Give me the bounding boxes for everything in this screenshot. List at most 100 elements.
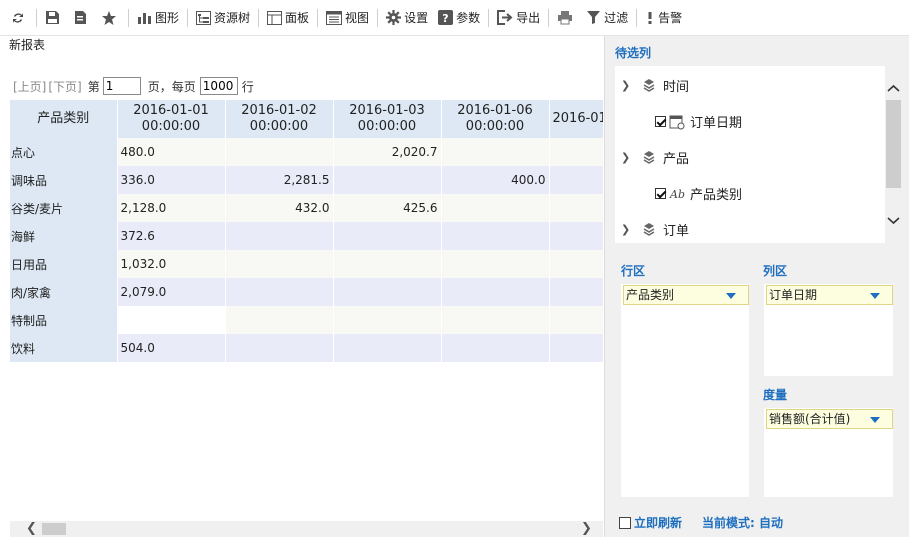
table-row: 谷类/麦片 2,128.0 432.0 425.6 — [10, 194, 603, 222]
column-header[interactable]: 2016-01 — [549, 100, 603, 138]
tree-node-product[interactable]: ❯ 产品 — [621, 148, 689, 167]
auto-refresh-checkbox[interactable] — [619, 516, 631, 529]
toolbar-divider — [548, 8, 550, 27]
checkbox-checked[interactable] — [655, 188, 666, 199]
table-cell — [225, 278, 334, 306]
dimension-icon — [643, 222, 655, 236]
row-header[interactable]: 谷类/麦片 — [10, 194, 118, 222]
dropdown-arrow-icon[interactable] — [726, 293, 736, 299]
alert-icon — [648, 12, 652, 24]
table-cell — [549, 222, 603, 250]
column-zone[interactable]: 订单日期 — [764, 284, 893, 376]
tree-icon — [196, 10, 212, 25]
scroll-left-icon[interactable]: ❮ — [26, 521, 37, 537]
chevron-up-icon[interactable] — [885, 81, 902, 95]
measure-field-pill[interactable]: 销售额(合计值) — [766, 409, 893, 429]
filter-label: 过滤 — [604, 11, 629, 25]
table-cell — [333, 278, 442, 306]
column-field-pill[interactable]: 订单日期 — [766, 285, 893, 305]
column-field-label: 订单日期 — [769, 288, 818, 302]
refresh-button[interactable] — [6, 5, 33, 31]
page-suffix: 页， — [147, 79, 172, 94]
view-button[interactable]: 视图 — [321, 5, 374, 31]
page-size-prefix: 每页 — [171, 79, 196, 94]
svg-text:Ab: Ab — [669, 188, 685, 201]
row-zone[interactable]: 产品类别 — [621, 284, 749, 497]
toolbar-divider — [128, 8, 129, 27]
tree-node-time[interactable]: ❯ 时间 — [621, 76, 689, 95]
tree-node-order[interactable]: ❯ 订单 — [621, 220, 689, 239]
table-row: 饮料 504.0 — [10, 334, 603, 362]
row-header[interactable]: 特制品 — [10, 306, 118, 334]
settings-button[interactable]: 设置 — [381, 5, 433, 31]
page-size-input[interactable] — [199, 77, 238, 95]
table-cell — [549, 278, 603, 306]
save-icon — [46, 11, 59, 24]
table-cell — [549, 138, 603, 166]
params-label: 参数 — [456, 11, 481, 25]
tree-node-product-category[interactable]: Ab 产品类别 — [655, 184, 742, 203]
column-header[interactable]: 2016-01-06 00:00:00 — [441, 100, 550, 138]
prev-page-link[interactable]: [上页] — [13, 78, 46, 95]
pager: [上页] [下页] 第 页， 每页 行 — [13, 77, 254, 95]
table-cell — [333, 222, 442, 250]
toolbar-divider — [317, 8, 319, 27]
save-as-button[interactable] — [68, 5, 96, 31]
checkbox-checked[interactable] — [655, 116, 666, 127]
save-as-icon — [75, 11, 86, 24]
resource-tree-button[interactable]: 资源树 — [191, 5, 255, 31]
table-cell: 1,032.0 — [117, 250, 226, 278]
row-header[interactable]: 调味品 — [10, 166, 118, 194]
table-cell — [549, 166, 603, 194]
measure-zone[interactable]: 销售额(合计值) — [764, 408, 893, 497]
refresh-icon — [13, 12, 23, 23]
row-header[interactable]: 饮料 — [10, 334, 118, 362]
auto-refresh-label[interactable]: 立即刷新 — [634, 514, 682, 531]
table-cell — [441, 334, 550, 362]
chart-button[interactable]: 图形 — [132, 5, 184, 31]
date-field-icon — [669, 115, 685, 129]
vertical-scrollbar[interactable] — [885, 66, 902, 243]
chevron-down-icon[interactable]: ❯ — [621, 223, 633, 236]
save-button[interactable] — [40, 5, 68, 31]
table-cell — [549, 194, 603, 222]
table-row: 肉/家禽 2,079.0 — [10, 278, 603, 306]
table-row: 海鲜 372.6 — [10, 222, 603, 250]
report-title: 新报表 — [9, 38, 46, 52]
scroll-right-icon[interactable]: ❯ — [581, 521, 592, 537]
vertical-scroll-thumb[interactable] — [886, 100, 901, 188]
row-header[interactable]: 点心 — [10, 138, 118, 166]
favorite-button[interactable] — [96, 5, 125, 31]
row-field-pill[interactable]: 产品类别 — [623, 285, 749, 305]
panel-button[interactable]: 面板 — [262, 5, 314, 31]
toolbar-divider — [258, 8, 260, 27]
chevron-down-icon[interactable]: ❯ — [621, 151, 633, 164]
dropdown-arrow-icon[interactable] — [870, 293, 880, 299]
dropdown-arrow-icon[interactable] — [870, 417, 880, 423]
print-button[interactable] — [552, 5, 581, 31]
export-button[interactable]: 导出 — [492, 5, 545, 31]
chevron-down-icon[interactable] — [885, 214, 902, 228]
column-header[interactable]: 2016-01-01 00:00:00 — [117, 100, 226, 138]
candidates-title: 待选列 — [615, 46, 652, 60]
horizontal-scroll-thumb[interactable] — [42, 523, 66, 535]
page-number-input[interactable] — [102, 77, 141, 95]
tree-node-label: 订单日期 — [690, 116, 743, 131]
column-header[interactable]: 2016-01-02 00:00:00 — [225, 100, 334, 138]
tree-node-order-date[interactable]: 订单日期 — [655, 112, 742, 131]
row-header[interactable]: 肉/家禽 — [10, 278, 118, 306]
horizontal-scrollbar[interactable]: ❮ ❯ — [10, 521, 603, 537]
page-size-suffix: 行 — [241, 79, 254, 94]
print-icon — [558, 11, 573, 25]
tree-node-label: 产品 — [663, 152, 690, 167]
chevron-down-icon[interactable]: ❯ — [621, 79, 633, 92]
alert-button[interactable]: 告警 — [640, 5, 687, 31]
filter-button[interactable]: 过滤 — [581, 5, 633, 31]
next-page-link[interactable]: [下页] — [48, 78, 81, 95]
column-header[interactable]: 2016-01-03 00:00:00 — [333, 100, 442, 138]
tree-node-label: 时间 — [663, 80, 690, 95]
row-header[interactable]: 海鲜 — [10, 222, 118, 250]
params-button[interactable]: ? 参数 — [433, 5, 485, 31]
row-header[interactable]: 日用品 — [10, 250, 118, 278]
corner-header[interactable]: 产品类别 — [10, 100, 118, 138]
